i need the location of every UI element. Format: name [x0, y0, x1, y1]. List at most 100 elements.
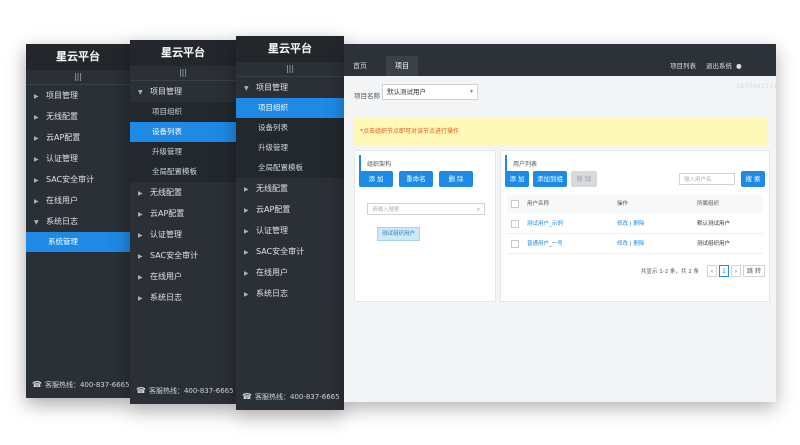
- sidebar-panel-middle: 星云平台 ||| ▼ 项目管理 项目组织 设备列表 升级管理 全局配置模板 ▶ 无线…: [130, 40, 236, 404]
- chevron-right-icon: ▶: [34, 93, 39, 100]
- sidebar-subitem-template[interactable]: 全局配置模板: [130, 162, 236, 182]
- sidebar-item-sac[interactable]: ▶ SAC安全审计: [236, 241, 344, 262]
- sidebar-subitem-devices[interactable]: 设备列表: [130, 122, 236, 142]
- org-tree-node[interactable]: 测试组织用户: [377, 227, 421, 241]
- sidebar-item-auth[interactable]: ▶ 认证管理: [26, 148, 130, 169]
- sidebar-item-project[interactable]: ▼ 项目管理: [236, 77, 344, 98]
- hotline: ☎ 客服热线：400-837-6665: [242, 392, 340, 401]
- brand-title: 星云平台: [236, 36, 344, 62]
- search-button[interactable]: 搜 索: [741, 171, 765, 187]
- org-search-input[interactable]: 请输入搜索 ⌕: [367, 203, 485, 215]
- chevron-right-icon: ▶: [244, 270, 249, 277]
- chevron-right-icon: ▶: [138, 295, 143, 302]
- row-username[interactable]: 测试用户_示例: [527, 215, 563, 233]
- phone-icon: ☎: [242, 392, 252, 401]
- sidebar-item-sac[interactable]: ▶ SAC安全审计: [130, 245, 236, 266]
- sidebar-item-sac[interactable]: ▶ SAC安全审计: [26, 169, 130, 190]
- sidebar-panel-front: 星云平台 ||| ▼ 项目管理 项目组织 设备列表 升级管理 全局配置模板 ▶ 无线…: [236, 36, 344, 410]
- col-org: 所属组织: [697, 201, 720, 207]
- sidebar-subitem-devices[interactable]: 设备列表: [236, 118, 344, 138]
- chevron-right-icon: ▶: [138, 232, 143, 239]
- chevron-right-icon: ▶: [244, 228, 249, 235]
- menu-toggle-icon[interactable]: |||: [236, 62, 344, 77]
- add-to-group-button[interactable]: 添加到组: [533, 171, 567, 187]
- project-list-link[interactable]: 项目列表: [670, 56, 696, 76]
- notice-banner: *点击组织节点即可对该节点进行操作: [354, 118, 768, 146]
- project-name-label: 项目名称: [354, 92, 380, 100]
- row-org: 测试组织用户: [697, 241, 731, 247]
- sidebar-item-project[interactable]: ▼ 项目管理: [130, 81, 236, 102]
- row-checkbox[interactable]: [511, 220, 519, 228]
- tab-home[interactable]: 首页: [344, 56, 376, 76]
- row-actions[interactable]: 修改 | 删除: [617, 235, 644, 253]
- org-card: 组织架构 添 加 重命名 删 除 请输入搜索 ⌕ 测试组织用户: [354, 150, 496, 302]
- phone-icon: ☎: [136, 386, 146, 395]
- sidebar-subitem-org[interactable]: 项目组织: [236, 98, 344, 118]
- sidebar-item-wireless[interactable]: ▶ 无线配置: [236, 178, 344, 199]
- page-current[interactable]: 1: [719, 265, 729, 277]
- delete-org-button[interactable]: 删 除: [439, 171, 473, 187]
- remove-user-button[interactable]: 移 除: [571, 171, 597, 187]
- row-actions[interactable]: 修改 | 删除: [617, 215, 644, 233]
- user-card: 用户列表 添 加 添加到组 移 除 输入用户名 搜 索 用户名称 操作 所属组织…: [500, 150, 770, 302]
- select-all-checkbox[interactable]: [511, 200, 519, 208]
- chevron-right-icon: ▶: [34, 156, 39, 163]
- table-header: 用户名称 操作 所属组织: [507, 195, 763, 213]
- sidebar-subitem-org[interactable]: 项目组织: [130, 102, 236, 122]
- sidebar-item-online[interactable]: ▶ 在线用户: [26, 190, 130, 211]
- sidebar-item-logs[interactable]: ▼ 系统日志: [26, 211, 130, 232]
- col-action: 操作: [617, 201, 629, 207]
- sidebar-subitem-upgrade[interactable]: 升级管理: [130, 142, 236, 162]
- chevron-right-icon: ▶: [244, 207, 249, 214]
- chevron-right-icon: ▶: [34, 198, 39, 205]
- user-search-input[interactable]: 输入用户名: [679, 173, 735, 185]
- sidebar-item-logs[interactable]: ▶ 系统日志: [236, 283, 344, 304]
- rename-org-button[interactable]: 重命名: [399, 171, 433, 187]
- sidebar-item-wireless[interactable]: ▶ 无线配置: [26, 106, 130, 127]
- chevron-right-icon: ▶: [244, 249, 249, 256]
- page-prev-button[interactable]: ‹: [707, 265, 717, 277]
- page-next-button[interactable]: ›: [731, 265, 741, 277]
- chevron-right-icon: ▶: [138, 190, 143, 197]
- tab-project[interactable]: 项目: [386, 56, 418, 76]
- add-org-button[interactable]: 添 加: [359, 171, 393, 187]
- sidebar-item-project[interactable]: ▶ 项目管理: [26, 85, 130, 106]
- chevron-right-icon: ▶: [138, 211, 143, 218]
- project-select[interactable]: 默认测试用户 ▾: [382, 84, 478, 100]
- logout-link[interactable]: 退出系统: [706, 56, 732, 76]
- sidebar-item-online[interactable]: ▶ 在线用户: [236, 262, 344, 283]
- chevron-right-icon: ▶: [34, 135, 39, 142]
- page-jump-button[interactable]: 跳 转: [743, 265, 765, 277]
- phone-icon: ☎: [32, 380, 42, 389]
- sidebar-subitem-system[interactable]: 系统管理: [26, 232, 130, 252]
- sidebar-subitem-upgrade[interactable]: 升级管理: [236, 138, 344, 158]
- sidebar-item-wireless[interactable]: ▶ 无线配置: [130, 182, 236, 203]
- sidebar-item-logs[interactable]: ▶ 系统日志: [130, 287, 236, 308]
- pager-summary: 共显示 1-2 条，共 2 条: [641, 269, 699, 275]
- row-org: 默认测试用户: [697, 221, 731, 227]
- menu-toggle-icon[interactable]: |||: [130, 66, 236, 81]
- sidebar-subitem-template[interactable]: 全局配置模板: [236, 158, 344, 178]
- sidebar-item-cloud-ap[interactable]: ▶ 云AP配置: [236, 199, 344, 220]
- menu-toggle-icon[interactable]: |||: [26, 70, 130, 85]
- chevron-down-icon: ▼: [138, 89, 143, 96]
- org-card-title: 组织架构: [359, 155, 495, 172]
- chevron-right-icon: ▶: [244, 186, 249, 193]
- chevron-right-icon: ▶: [138, 274, 143, 281]
- sidebar-item-auth[interactable]: ▶ 认证管理: [236, 220, 344, 241]
- add-user-button[interactable]: 添 加: [505, 171, 529, 187]
- sidebar-item-cloud-ap[interactable]: ▶ 云AP配置: [26, 127, 130, 148]
- search-icon: ⌕: [476, 206, 480, 213]
- sidebar-item-cloud-ap[interactable]: ▶ 云AP配置: [130, 203, 236, 224]
- brand-title: 星云平台: [26, 44, 130, 70]
- content-area: 项目名称 默认测试用户 ▾ *点击组织节点即可对该节点进行操作 组织架构 添 加…: [344, 76, 776, 402]
- chevron-down-icon: ▼: [244, 85, 249, 92]
- sidebar-panel-back: 星云平台 ||| ▶ 项目管理 ▶ 无线配置 ▶ 云AP配置 ▶ 认证管理 ▶ SAC安全…: [26, 44, 130, 398]
- sidebar-item-auth[interactable]: ▶ 认证管理: [130, 224, 236, 245]
- sidebar-item-online[interactable]: ▶ 在线用户: [130, 266, 236, 287]
- table-row: 普通用户_一号 修改 | 删除 测试组织用户: [507, 235, 763, 254]
- chevron-right-icon: ▶: [138, 253, 143, 260]
- row-username[interactable]: 普通用户_一号: [527, 235, 563, 253]
- row-checkbox[interactable]: [511, 240, 519, 248]
- chevron-down-icon: ▾: [469, 88, 473, 95]
